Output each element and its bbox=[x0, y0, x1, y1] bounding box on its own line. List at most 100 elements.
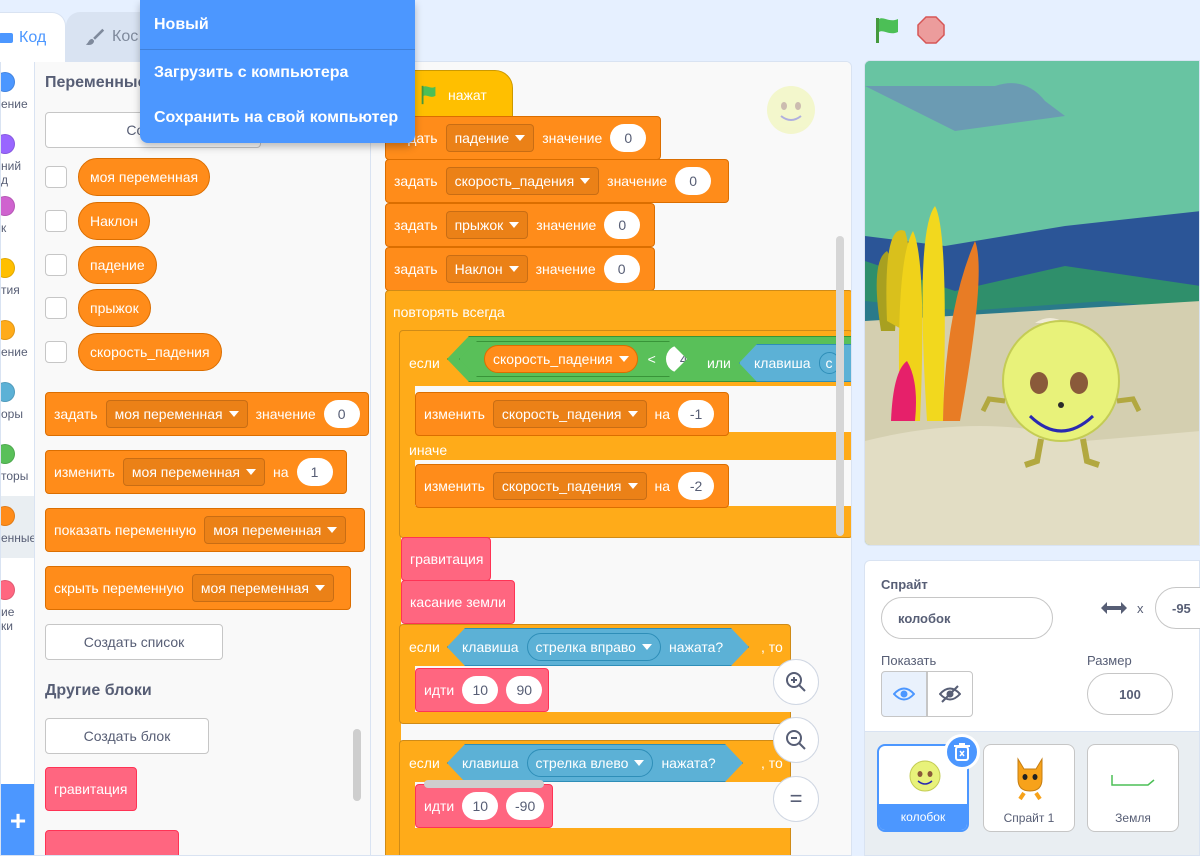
zoom-reset-button[interactable]: = bbox=[773, 776, 819, 822]
category-sound[interactable]: к bbox=[1, 186, 34, 248]
green-flag-icon bbox=[421, 85, 436, 105]
variable-reporter[interactable]: скорость_падения bbox=[484, 345, 638, 373]
category-label: тия bbox=[1, 283, 20, 297]
change-variable-block[interactable]: изменить скорость_падения на -1 bbox=[415, 392, 729, 436]
value-input[interactable]: 0 bbox=[323, 400, 360, 428]
value-input[interactable]: 0 bbox=[604, 211, 641, 239]
category-variables[interactable]: енные bbox=[1, 496, 34, 558]
set-variable-block[interactable]: задать падение значение 0 bbox=[385, 116, 661, 160]
sprite-thumb-sprite1[interactable]: Спрайт 1 bbox=[983, 744, 1075, 832]
sprite-info-panel: Спрайт колобок x -95 Показать Размер 100 bbox=[864, 560, 1200, 732]
variable-reporter[interactable]: прыжок bbox=[78, 289, 151, 327]
variable-reporter[interactable]: моя переменная bbox=[78, 158, 211, 196]
script-area[interactable]: да нажат задать падение значение 0 задат… bbox=[371, 62, 851, 855]
variable-reporter[interactable]: скорость_падения bbox=[78, 333, 222, 371]
script-horizontal-scrollbar[interactable] bbox=[424, 780, 544, 788]
sprite-name-input[interactable]: колобок bbox=[881, 597, 1053, 639]
category-sensing[interactable]: оры bbox=[1, 372, 34, 434]
change-variable-block[interactable]: изменить моя переменная на 1 bbox=[45, 450, 347, 494]
block-label: на bbox=[272, 464, 289, 480]
custom-block-go[interactable]: идти 10 90 bbox=[415, 668, 549, 712]
set-variable-block[interactable]: задать прыжок значение 0 bbox=[385, 203, 655, 247]
variable-dropdown[interactable]: падение bbox=[445, 124, 535, 152]
show-sprite-toggle[interactable] bbox=[881, 671, 927, 717]
value-input[interactable]: -2 bbox=[678, 472, 715, 500]
size-input[interactable]: 100 bbox=[1087, 673, 1173, 715]
value-input[interactable]: -90 bbox=[506, 792, 544, 820]
block-label: значение bbox=[536, 217, 597, 233]
value-input[interactable]: 90 bbox=[506, 676, 543, 704]
set-variable-block[interactable]: задать скорость_падения значение 0 bbox=[385, 159, 729, 203]
variable-dropdown[interactable]: моя переменная bbox=[105, 400, 248, 428]
set-variable-block[interactable]: задать моя переменная значение 0 bbox=[45, 392, 369, 436]
less-than-operator[interactable]: скорость_падения < 4 bbox=[459, 341, 687, 377]
menu-item-new[interactable]: Новый bbox=[140, 2, 415, 48]
category-events[interactable]: тия bbox=[1, 248, 34, 310]
script-vertical-scrollbar[interactable] bbox=[836, 236, 844, 536]
block-label: показать переменную bbox=[54, 522, 197, 538]
value-input[interactable]: -1 bbox=[678, 400, 715, 428]
custom-block-partial[interactable] bbox=[45, 830, 179, 855]
make-list-button[interactable]: Создать список bbox=[45, 624, 223, 660]
variable-dropdown[interactable]: моя переменная bbox=[191, 574, 334, 602]
value-input[interactable]: 0 bbox=[610, 124, 647, 152]
variable-checkbox[interactable] bbox=[45, 297, 67, 319]
zoom-in-button[interactable] bbox=[773, 659, 819, 705]
block-label: на bbox=[654, 478, 671, 494]
variable-dropdown[interactable]: прыжок bbox=[445, 211, 529, 239]
category-control[interactable]: ение bbox=[1, 310, 34, 372]
key-pressed-sensing[interactable]: клавиша стрелка вправо нажата? bbox=[447, 628, 749, 666]
menu-item-load[interactable]: Загрузить с компьютера bbox=[140, 49, 415, 95]
key-pressed-sensing[interactable]: клавиша стрелка влево нажата? bbox=[447, 744, 743, 782]
variable-reporter[interactable]: Наклон bbox=[78, 202, 151, 240]
make-block-button[interactable]: Создать блок bbox=[45, 718, 209, 754]
value-input[interactable]: 10 bbox=[462, 676, 499, 704]
value-input[interactable]: 1 bbox=[296, 458, 333, 486]
category-my-blocks[interactable]: ие ки bbox=[1, 570, 34, 632]
variable-dropdown[interactable]: скорость_падения bbox=[445, 167, 600, 195]
variable-checkbox[interactable] bbox=[45, 341, 67, 363]
hide-sprite-toggle[interactable] bbox=[927, 671, 973, 717]
menu-item-save[interactable]: Сохранить на свой компьютер bbox=[140, 95, 415, 141]
category-operators[interactable]: торы bbox=[1, 434, 34, 496]
value-input[interactable]: 0 bbox=[675, 167, 712, 195]
block-label: значение bbox=[607, 173, 668, 189]
hide-variable-block[interactable]: скрыть переменную моя переменная bbox=[45, 566, 351, 610]
category-menu: ение ний д к тия ение оры торы енные ие ки… bbox=[1, 62, 35, 855]
variable-checkbox[interactable] bbox=[45, 254, 67, 276]
block-label: нажат bbox=[447, 87, 487, 103]
variable-checkbox[interactable] bbox=[45, 166, 67, 188]
palette-scrollbar[interactable] bbox=[353, 729, 361, 801]
key-dropdown[interactable]: стрелка влево bbox=[527, 749, 654, 777]
sprite-thumb-ground[interactable]: Земля bbox=[1087, 744, 1179, 832]
show-variable-block[interactable]: показать переменную моя переменная bbox=[45, 508, 365, 552]
horizontal-arrows-icon bbox=[1101, 602, 1127, 614]
delete-sprite-button[interactable] bbox=[944, 734, 980, 770]
green-flag-icon[interactable] bbox=[872, 15, 902, 45]
change-variable-block[interactable]: изменить скорость_падения на -2 bbox=[415, 464, 729, 508]
zoom-out-button[interactable] bbox=[773, 717, 819, 763]
value-input[interactable]: 0 bbox=[603, 255, 640, 283]
custom-block-gravity[interactable]: гравитация bbox=[45, 767, 137, 811]
stop-icon[interactable] bbox=[916, 15, 946, 45]
custom-block-go[interactable]: идти 10 -90 bbox=[415, 784, 553, 828]
value-input[interactable]: 10 bbox=[462, 792, 499, 820]
variable-dropdown[interactable]: скорость_падения bbox=[492, 472, 647, 500]
variable-dropdown[interactable]: моя переменная bbox=[204, 516, 347, 544]
variable-reporter[interactable]: падение bbox=[78, 246, 157, 284]
variable-dropdown[interactable]: скорость_падения bbox=[492, 400, 647, 428]
category-motion[interactable]: ение bbox=[1, 62, 34, 124]
set-variable-block[interactable]: задать Наклон значение 0 bbox=[385, 247, 655, 291]
variable-dropdown[interactable]: моя переменная bbox=[122, 458, 265, 486]
custom-block-gravity[interactable]: гравитация bbox=[401, 537, 491, 581]
variable-dropdown[interactable]: Наклон bbox=[445, 255, 528, 283]
stage-canvas[interactable] bbox=[864, 60, 1200, 546]
key-dropdown[interactable]: стрелка вправо bbox=[527, 633, 661, 661]
show-label: Показать bbox=[881, 653, 937, 668]
category-looks[interactable]: ний д bbox=[1, 124, 34, 186]
add-extension-button[interactable]: + bbox=[1, 784, 34, 855]
tab-code[interactable]: Код bbox=[0, 12, 66, 62]
x-position-input[interactable]: -95 bbox=[1155, 587, 1200, 629]
custom-block-ground-touch[interactable]: касание земли bbox=[401, 580, 515, 624]
variable-checkbox[interactable] bbox=[45, 210, 67, 232]
